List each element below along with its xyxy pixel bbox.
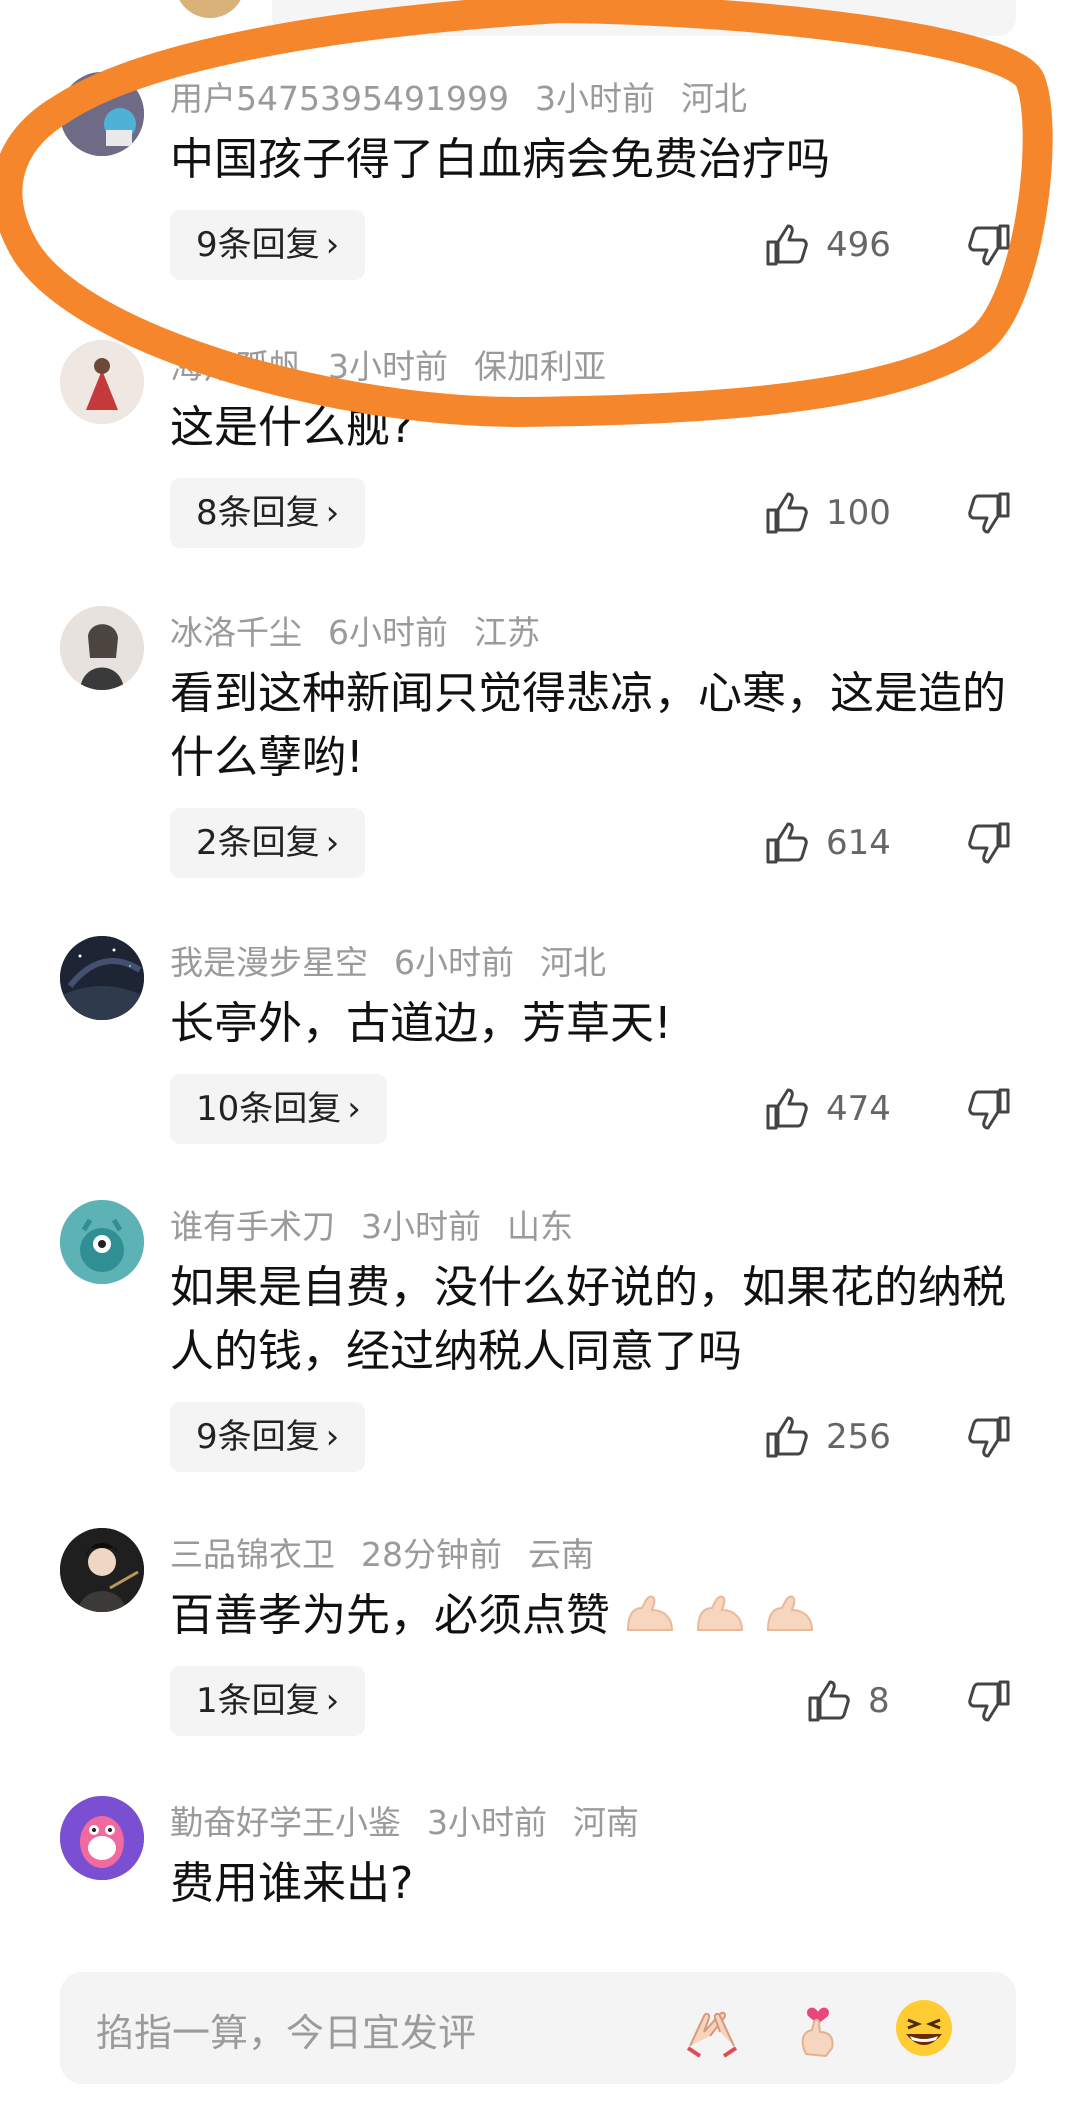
replies-button[interactable]: 2条回复 › [170, 808, 366, 878]
previous-comment-fragment [0, 0, 1080, 36]
flexed-biceps-icon [696, 1595, 744, 1631]
timestamp: 3小时前 [328, 347, 448, 386]
location: 河北 [540, 943, 606, 982]
like-button[interactable]: 8 [806, 1666, 890, 1736]
thumb-up-icon [766, 1416, 808, 1458]
chevron-right-icon: › [347, 1089, 361, 1129]
comment-text[interactable]: 费用谁来出? [170, 1852, 1010, 1916]
like-count: 614 [826, 823, 891, 863]
thumb-down-icon[interactable] [966, 1086, 1012, 1132]
timestamp: 28分钟前 [361, 1535, 502, 1574]
replies-button[interactable]: 10条回复 › [170, 1074, 387, 1144]
replies-count: 9条回复 [196, 225, 320, 265]
chevron-right-icon: › [325, 1681, 340, 1721]
like-button[interactable]: 474 [764, 1074, 891, 1144]
comment-text[interactable]: 长亭外，古道边，芳草天! [170, 992, 1010, 1056]
username[interactable]: 冰洛千尘 [170, 613, 302, 652]
comment-meta: 三品锦衣卫 28分钟前 云南 [170, 1528, 620, 1576]
avatar[interactable] [60, 936, 144, 1020]
chevron-right-icon: › [325, 823, 340, 863]
thumb-down-icon[interactable] [966, 222, 1012, 268]
timestamp: 3小时前 [427, 1803, 547, 1842]
thumb-up-icon [766, 492, 808, 534]
like-button[interactable]: 256 [764, 1402, 891, 1472]
comment-text[interactable]: 如果是自费，没什么好说的，如果花的纳税人的钱，经过纳税人同意了吗 [170, 1256, 1010, 1384]
username[interactable]: 三品锦衣卫 [170, 1535, 335, 1574]
finger-heart-icon[interactable] [786, 1996, 850, 2060]
avatar[interactable] [60, 1528, 144, 1612]
location: 河北 [680, 79, 747, 118]
flexed-biceps-icon [626, 1595, 674, 1631]
avatar[interactable] [60, 1796, 144, 1880]
replies-button[interactable]: 9条回复 › [170, 1402, 366, 1472]
avatar[interactable] [60, 340, 144, 424]
flexed-biceps-icon [766, 1595, 814, 1631]
reply-preview[interactable] [272, 0, 1016, 36]
thumb-up-icon [808, 1680, 850, 1722]
timestamp: 3小时前 [534, 79, 655, 118]
thumb-down-icon[interactable] [966, 820, 1012, 866]
comment-input-placeholder[interactable]: 掐指一算，今日宜发评 [96, 2002, 476, 2057]
thumb-up-icon [766, 1088, 808, 1130]
replies-count: 9条回复 [196, 1417, 320, 1457]
like-button[interactable]: 100 [764, 478, 891, 548]
location: 河南 [573, 1803, 639, 1842]
comment-text[interactable]: 这是什么舰? [170, 396, 1010, 460]
like-count: 8 [868, 1681, 890, 1721]
username[interactable]: 用户5475395491999 [170, 79, 509, 118]
username[interactable]: 谁有手术刀 [170, 1207, 335, 1246]
comment-meta: 冰洛千尘 6小时前 江苏 [170, 606, 566, 654]
avatar[interactable] [60, 1200, 144, 1284]
chevron-right-icon: › [325, 493, 340, 533]
comment-text[interactable]: 看到这种新闻只觉得悲凉，心寒，这是造的什么孽哟! [170, 662, 1010, 790]
clapping-hands-icon[interactable] [680, 1996, 744, 2060]
username[interactable]: 我是漫步星空 [170, 943, 368, 982]
comment-text[interactable]: 中国孩子得了白血病会免费治疗吗 [170, 128, 1010, 192]
location: 江苏 [474, 613, 540, 652]
avatar[interactable] [60, 72, 144, 156]
username[interactable]: 海角孤帆 [170, 347, 302, 386]
thumb-down-icon[interactable] [966, 1414, 1012, 1460]
like-button[interactable]: 614 [764, 808, 891, 878]
thumb-up-icon [766, 224, 808, 266]
comment-text[interactable]: 百善孝为先，必须点赞 [170, 1584, 1010, 1648]
timestamp: 6小时前 [394, 943, 514, 982]
comment-input-bar[interactable]: 掐指一算，今日宜发评 [60, 1972, 1016, 2084]
thumb-down-icon[interactable] [966, 490, 1012, 536]
like-count: 256 [826, 1417, 891, 1457]
timestamp: 6小时前 [328, 613, 448, 652]
thumb-down-icon[interactable] [966, 1678, 1012, 1724]
replies-button[interactable]: 8条回复 › [170, 478, 366, 548]
replies-count: 2条回复 [196, 823, 320, 863]
location: 山东 [507, 1207, 573, 1246]
comment-meta: 海角孤帆 3小时前 保加利亚 [170, 340, 632, 388]
comment-meta: 勤奋好学王小鉴 3小时前 河南 [170, 1796, 665, 1844]
like-count: 474 [826, 1089, 891, 1129]
location: 云南 [528, 1535, 594, 1574]
username[interactable]: 勤奋好学王小鉴 [170, 1803, 401, 1842]
like-count: 496 [826, 225, 891, 265]
comment-meta: 谁有手术刀 3小时前 山东 [170, 1200, 599, 1248]
replies-count: 10条回复 [196, 1089, 342, 1129]
replies-count: 8条回复 [196, 493, 320, 533]
comment-meta: 用户5475395491999 3小时前 河北 [170, 72, 773, 120]
grinning-squint-icon[interactable] [892, 1996, 956, 2060]
location: 保加利亚 [474, 347, 606, 386]
like-count: 100 [826, 493, 891, 533]
chevron-right-icon: › [325, 225, 340, 265]
replies-count: 1条回复 [196, 1681, 320, 1721]
like-button[interactable]: 496 [764, 210, 891, 280]
avatar[interactable] [175, 0, 245, 18]
comment-text-content: 百善孝为先，必须点赞 [170, 1590, 610, 1641]
comment-meta: 我是漫步星空 6小时前 河北 [170, 936, 632, 984]
timestamp: 3小时前 [361, 1207, 481, 1246]
chevron-right-icon: › [325, 1417, 340, 1457]
replies-button[interactable]: 9条回复 › [170, 210, 366, 280]
replies-button[interactable]: 1条回复 › [170, 1666, 366, 1736]
avatar[interactable] [60, 606, 144, 690]
thumb-up-icon [766, 822, 808, 864]
